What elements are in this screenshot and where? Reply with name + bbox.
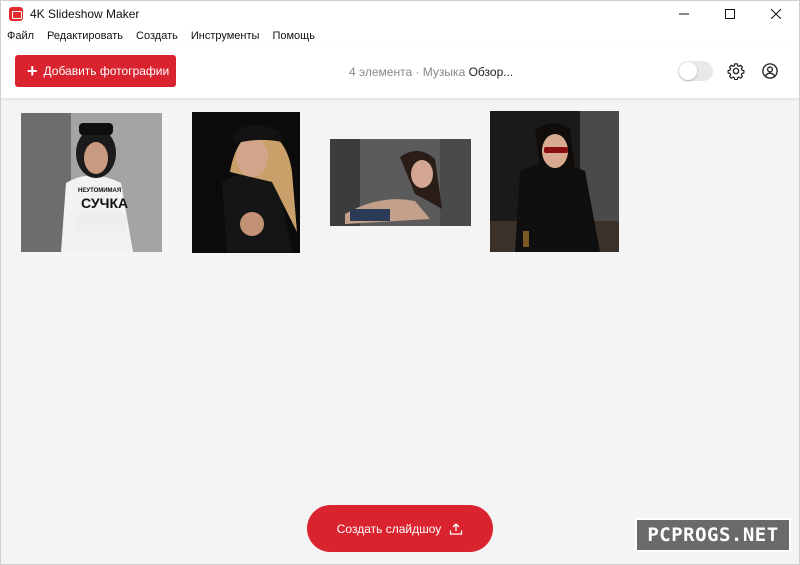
maximize-icon	[725, 9, 735, 19]
photo-woman-hoodie-image	[21, 113, 162, 252]
account-icon[interactable]	[761, 62, 779, 80]
maximize-button[interactable]	[707, 1, 753, 27]
close-icon	[771, 9, 781, 19]
add-photos-button[interactable]: + Добавить фотографии	[15, 55, 176, 87]
status-line: 4 элемента · Музыка Обзор...	[349, 65, 513, 79]
minimize-button[interactable]	[661, 1, 707, 27]
add-photos-label: Добавить фотографии	[43, 64, 170, 78]
create-slideshow-label: Создать слайдшоу	[336, 521, 442, 536]
gear-icon[interactable]	[727, 62, 745, 80]
photo-woman-sunglasses-image	[490, 111, 619, 252]
photo-thumbnail[interactable]: НЕУТОМИМАЯ СУЧКА	[21, 113, 162, 252]
window-controls	[661, 1, 799, 27]
photo-thumbnail[interactable]	[490, 111, 619, 252]
menu-file[interactable]: Файл	[7, 30, 34, 42]
toggle-switch[interactable]	[678, 61, 713, 81]
window-title: 4K Slideshow Maker	[30, 7, 140, 21]
menu-create[interactable]: Создать	[136, 30, 178, 42]
browse-music-link[interactable]: Обзор...	[469, 65, 514, 79]
site-watermark: PCPROGS.NET	[635, 518, 791, 552]
photo-woman-lying-image	[330, 139, 471, 226]
minimize-icon	[679, 13, 689, 15]
toggle-knob	[679, 62, 697, 80]
toolbar: + Добавить фотографии 4 элемента · Музык…	[1, 45, 799, 99]
create-slideshow-button[interactable]: Создать слайдшоу	[307, 505, 493, 552]
app-window: 4K Slideshow Maker Файл Редактировать Со…	[0, 0, 800, 565]
photo-thumbnail[interactable]	[192, 112, 300, 253]
plus-icon: +	[27, 61, 38, 81]
app-logo-icon	[9, 7, 23, 21]
close-button[interactable]	[753, 1, 799, 27]
shirt-small-text: НЕУТОМИМАЯ	[78, 188, 122, 194]
photo-woman-cap-image	[192, 112, 300, 253]
menu-bar: Файл Редактировать Создать Инструменты П…	[1, 27, 799, 45]
photo-thumbnail[interactable]	[330, 139, 471, 226]
menu-help[interactable]: Помощь	[272, 30, 315, 42]
menu-tools[interactable]: Инструменты	[191, 30, 260, 42]
items-music-status: 4 элемента · Музыка	[349, 65, 466, 79]
upload-icon	[450, 522, 463, 535]
menu-edit[interactable]: Редактировать	[47, 30, 123, 42]
shirt-text: СУЧКА	[81, 195, 129, 211]
title-bar: 4K Slideshow Maker	[1, 1, 799, 27]
